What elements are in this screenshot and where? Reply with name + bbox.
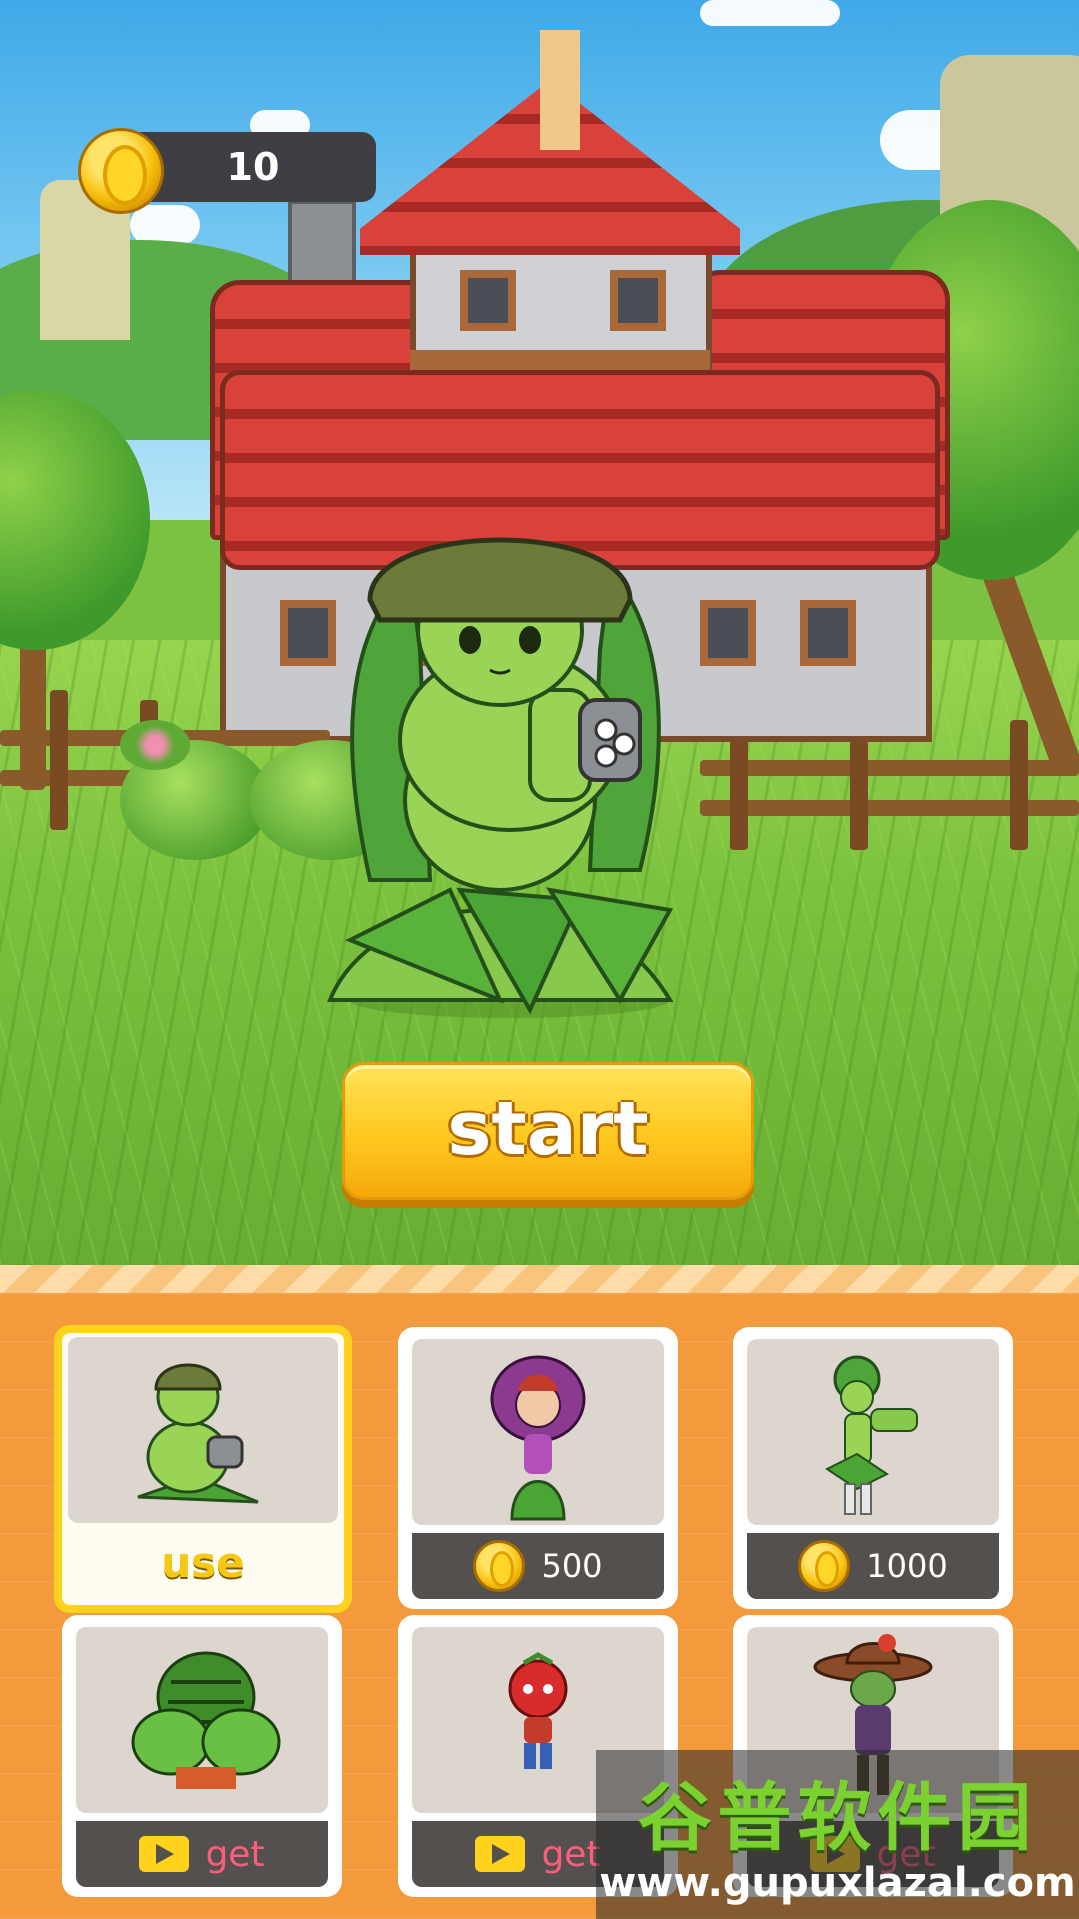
chomper-girl-sprite — [490, 1355, 586, 1521]
gold-coin-icon — [78, 128, 164, 214]
gold-coin-icon — [798, 1540, 851, 1592]
character-thumbnail — [68, 1337, 338, 1523]
get-label: get — [541, 1833, 601, 1875]
watermark-logo: 谷普软件园 — [637, 1775, 1038, 1861]
window — [460, 270, 516, 331]
get-bar: get — [76, 1821, 328, 1887]
game-scene: 10 start — [0, 0, 1079, 1265]
fence-post — [850, 740, 868, 850]
hero-character — [327, 537, 674, 1018]
site-watermark: 谷普软件园 www.gupuxlazal.com — [596, 1750, 1079, 1919]
price-value: 1000 — [866, 1547, 948, 1585]
character-card-pea-gatling-girl[interactable]: use — [54, 1325, 352, 1613]
character-card-chomper-girl[interactable]: 500 — [398, 1327, 678, 1609]
pea-gatling-girl-sprite — [137, 1363, 259, 1504]
price-bar: 1000 — [747, 1533, 999, 1599]
price-value: 500 — [541, 1547, 603, 1585]
fence-post — [730, 740, 748, 850]
coin-counter: 10 — [78, 128, 376, 214]
peashooter-girl-sprite — [825, 1355, 918, 1515]
character-card-watermelon-brute[interactable]: get — [62, 1615, 342, 1897]
fence-post — [50, 690, 68, 830]
use-label: use — [161, 1538, 245, 1587]
window — [610, 270, 666, 331]
character-thumbnail — [412, 1339, 664, 1525]
start-button[interactable]: start — [342, 1062, 754, 1200]
gold-coin-icon — [473, 1540, 526, 1592]
coin-count: 10 — [226, 145, 280, 189]
watermark-url: www.gupuxlazal.com — [599, 1860, 1076, 1906]
panel-stripe-border — [0, 1265, 1079, 1293]
ridge-beam — [540, 30, 580, 150]
character-thumbnail — [76, 1627, 328, 1813]
price-bar: 500 — [412, 1533, 664, 1599]
watermelon-brute-sprite — [131, 1651, 281, 1789]
start-button-label: start — [447, 1086, 649, 1172]
character-card-peashooter-girl[interactable]: 1000 — [733, 1327, 1013, 1609]
bush — [120, 720, 190, 770]
character-thumbnail — [747, 1339, 999, 1525]
video-ad-icon — [139, 1836, 190, 1872]
get-label: get — [205, 1833, 265, 1875]
window — [800, 600, 856, 666]
video-ad-icon — [475, 1836, 526, 1872]
fence-post — [1010, 720, 1028, 850]
